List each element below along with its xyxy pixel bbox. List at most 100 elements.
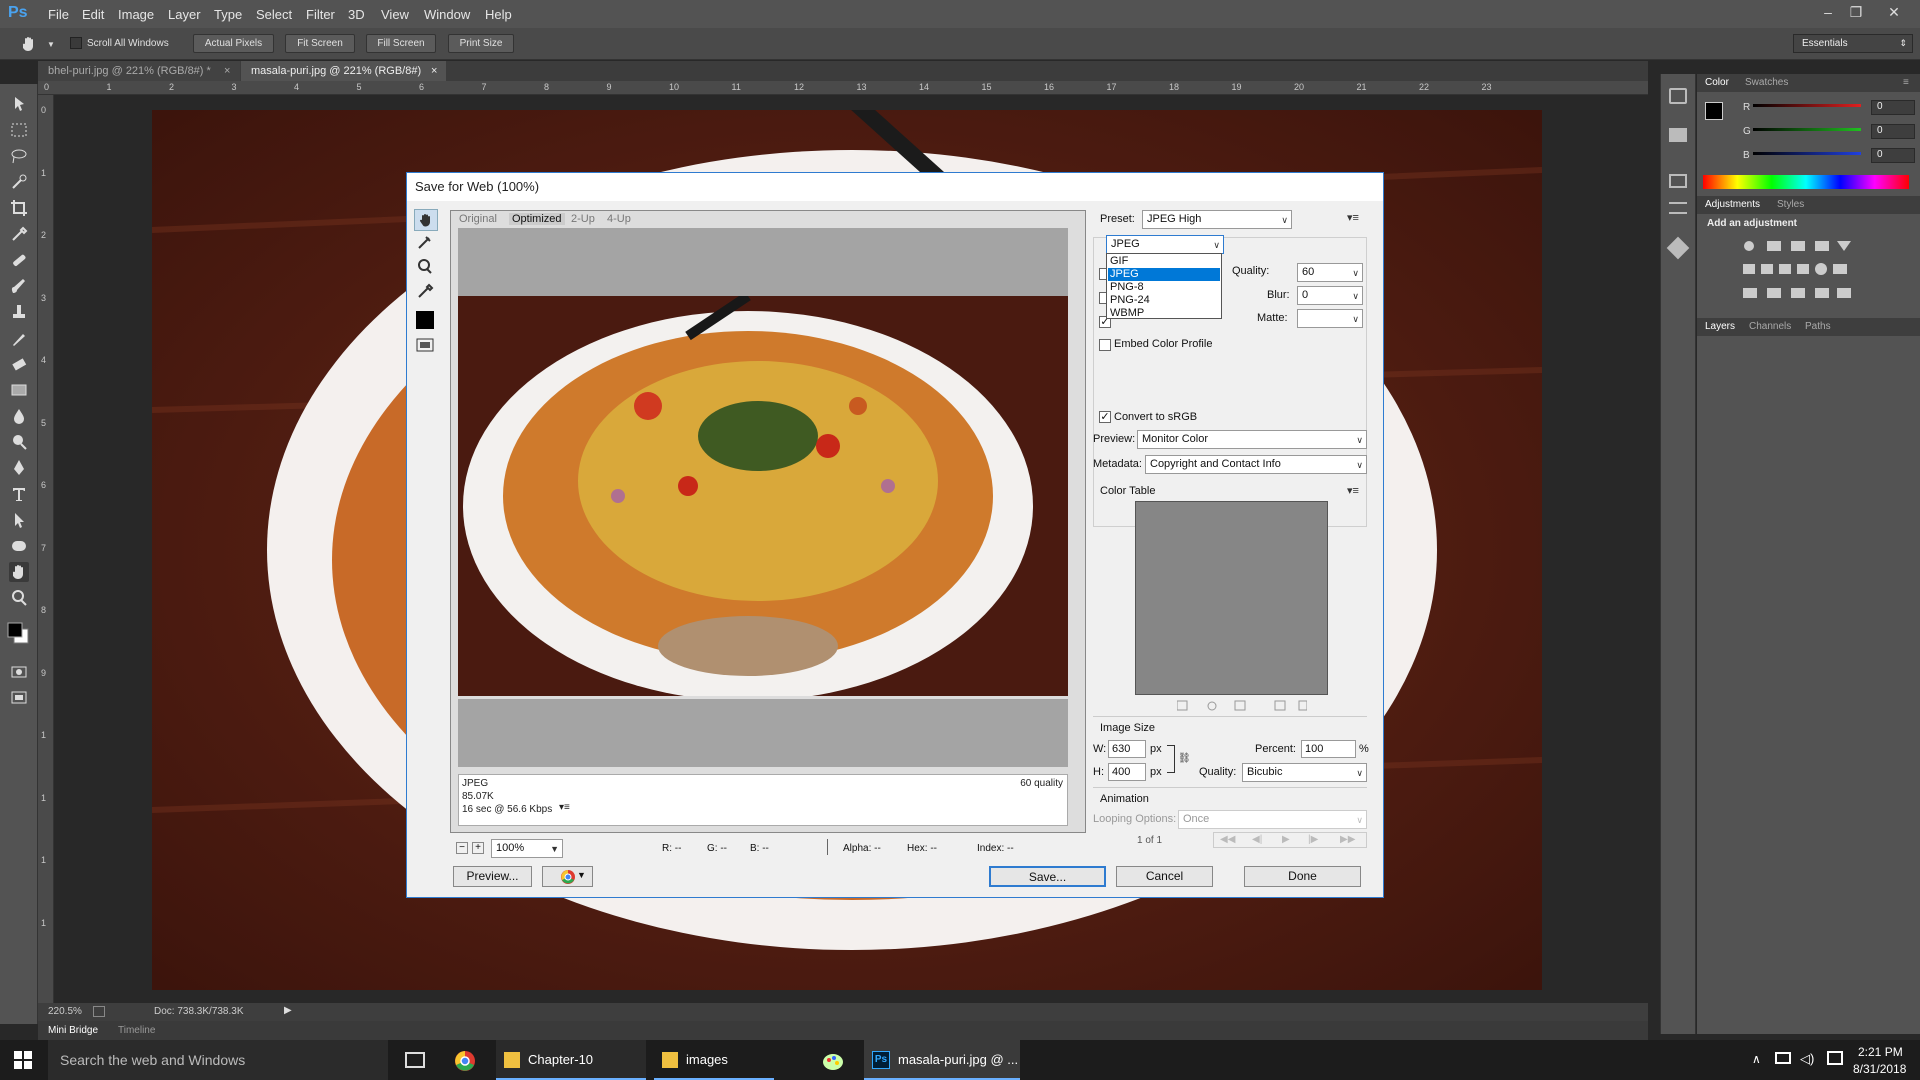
menu-image[interactable]: Image: [118, 7, 154, 22]
screen-mode-icon[interactable]: [9, 688, 29, 708]
path-selection-tool-icon[interactable]: [9, 510, 29, 530]
menu-3d[interactable]: 3D: [348, 7, 365, 22]
workspace-switcher[interactable]: Essentials ⇕: [1793, 34, 1913, 53]
status-menu-arrow-icon[interactable]: ▶: [284, 1005, 292, 1016]
tab-bhel-puri[interactable]: bhel-puri.jpg @ 221% (RGB/8#) * ×: [38, 61, 240, 81]
tab-mini-bridge[interactable]: Mini Bridge: [48, 1025, 98, 1036]
tab-paths[interactable]: Paths: [1805, 321, 1831, 332]
menu-view[interactable]: View: [381, 7, 409, 22]
quick-mask-icon[interactable]: [9, 662, 29, 682]
notifications-icon[interactable]: [1827, 1051, 1843, 1065]
menu-layer[interactable]: Layer: [168, 7, 201, 22]
tab-2-up[interactable]: 2-Up: [571, 213, 595, 225]
format-option-gif[interactable]: GIF: [1108, 255, 1220, 268]
blur-select[interactable]: 0 ∨: [1297, 286, 1363, 305]
preview-button[interactable]: Preview...: [453, 866, 532, 887]
menu-file[interactable]: File: [48, 7, 69, 22]
tab-color[interactable]: Color: [1705, 77, 1729, 88]
close-button[interactable]: ✕: [1880, 4, 1908, 22]
percent-input[interactable]: 100: [1301, 740, 1356, 758]
tab-swatches[interactable]: Swatches: [1745, 77, 1788, 88]
brush-panel-icon[interactable]: [1669, 174, 1687, 188]
properties-icon[interactable]: [1669, 128, 1687, 142]
tab-original[interactable]: Original: [459, 213, 497, 225]
zoom-out-button[interactable]: −: [456, 842, 468, 854]
clock-time[interactable]: 2:21 PM: [1858, 1045, 1903, 1059]
tab-4-up[interactable]: 4-Up: [607, 213, 631, 225]
tab-close-icon[interactable]: ×: [431, 61, 437, 81]
healing-brush-tool-icon[interactable]: [9, 250, 29, 270]
zoom-in-button[interactable]: +: [472, 842, 484, 854]
taskbar-search-box[interactable]: Search the web and Windows: [48, 1040, 388, 1080]
format-option-wbmp[interactable]: WBMP: [1108, 307, 1220, 320]
fit-screen-button[interactable]: Fit Screen: [285, 34, 355, 53]
tab-channels[interactable]: Channels: [1749, 321, 1791, 332]
matte-select[interactable]: ∨: [1297, 309, 1363, 328]
foreground-color-swatch[interactable]: [1705, 102, 1723, 120]
tab-masala-puri[interactable]: masala-puri.jpg @ 221% (RGB/8#) ×: [241, 61, 446, 81]
shape-tool-icon[interactable]: [9, 536, 29, 556]
hand-tool-icon[interactable]: [9, 562, 29, 582]
history-icon[interactable]: [1669, 88, 1687, 104]
brush-tool-icon[interactable]: [9, 276, 29, 296]
clone-stamp-tool-icon[interactable]: [9, 302, 29, 322]
zoom-level-select[interactable]: 100% ▼: [491, 839, 563, 858]
file-format-select[interactable]: JPEG ∨: [1106, 235, 1224, 254]
windows-start-icon[interactable]: [14, 1051, 32, 1069]
clock-date[interactable]: 8/31/2018: [1853, 1062, 1906, 1076]
tab-adjustments[interactable]: Adjustments: [1705, 199, 1760, 210]
3d-icon[interactable]: [1666, 236, 1690, 260]
height-input[interactable]: 400: [1108, 763, 1146, 781]
color-table-action-icons[interactable]: [1177, 700, 1307, 712]
tab-timeline[interactable]: Timeline: [118, 1025, 155, 1036]
red-value[interactable]: 0: [1871, 100, 1915, 115]
green-slider[interactable]: [1753, 128, 1861, 131]
chrome-icon[interactable]: [454, 1050, 476, 1072]
format-option-png8[interactable]: PNG-8: [1108, 281, 1220, 294]
taskbar-app-images[interactable]: images: [654, 1040, 774, 1080]
lasso-tool-icon[interactable]: [9, 146, 29, 166]
task-view-icon[interactable]: [405, 1052, 425, 1068]
quality-select[interactable]: 60 ∨: [1297, 263, 1363, 282]
restore-button[interactable]: ❐: [1842, 4, 1870, 22]
color-spectrum-bar[interactable]: [1703, 175, 1909, 189]
character-icon[interactable]: [1669, 202, 1687, 214]
red-slider[interactable]: [1753, 104, 1861, 107]
dialog-eyedropper-tool-icon[interactable]: [414, 281, 438, 303]
metadata-select[interactable]: Copyright and Contact Info ∨: [1145, 455, 1367, 474]
menu-filter[interactable]: Filter: [306, 7, 335, 22]
resample-quality-select[interactable]: Bicubic ∨: [1242, 763, 1367, 782]
info-menu-icon[interactable]: ▾≡: [559, 802, 570, 813]
optimized-preview-image[interactable]: [458, 296, 1068, 696]
file-format-dropdown-list[interactable]: GIF JPEG PNG-8 PNG-24 WBMP: [1106, 253, 1222, 319]
type-tool-icon[interactable]: [9, 484, 29, 504]
optimize-menu-icon[interactable]: ▾≡: [1347, 211, 1359, 224]
menu-select[interactable]: Select: [256, 7, 292, 22]
zoom-level[interactable]: 220.5%: [48, 1006, 82, 1017]
crop-tool-icon[interactable]: [9, 198, 29, 218]
blur-tool-icon[interactable]: [9, 406, 29, 426]
actual-pixels-button[interactable]: Actual Pixels: [193, 34, 274, 53]
convert-srgb-checkbox[interactable]: ✓: [1099, 411, 1111, 423]
menu-type[interactable]: Type: [214, 7, 242, 22]
tray-chevron-up-icon[interactable]: ∧: [1752, 1052, 1761, 1066]
color-swatches-icon[interactable]: [6, 619, 32, 647]
width-input[interactable]: 630: [1108, 740, 1146, 758]
export-icon[interactable]: [93, 1006, 105, 1017]
history-brush-tool-icon[interactable]: [9, 328, 29, 348]
menu-window[interactable]: Window: [424, 7, 470, 22]
panel-menu-icon[interactable]: ≡: [1903, 77, 1909, 88]
pen-tool-icon[interactable]: [9, 458, 29, 478]
volume-icon[interactable]: ◁): [1800, 1051, 1814, 1067]
zoom-tool-icon[interactable]: [9, 588, 29, 608]
gradient-tool-icon[interactable]: [9, 380, 29, 400]
quick-selection-tool-icon[interactable]: [9, 172, 29, 192]
chain-link-icon[interactable]: ⛓: [1178, 753, 1191, 764]
dialog-hand-tool-icon[interactable]: [414, 209, 438, 231]
tab-optimized[interactable]: Optimized: [509, 213, 565, 225]
tab-close-icon[interactable]: ×: [224, 61, 230, 81]
tab-layers[interactable]: Layers: [1705, 321, 1735, 332]
green-value[interactable]: 0: [1871, 124, 1915, 139]
dialog-zoom-tool-icon[interactable]: [414, 257, 438, 279]
move-tool-icon[interactable]: [9, 94, 29, 114]
